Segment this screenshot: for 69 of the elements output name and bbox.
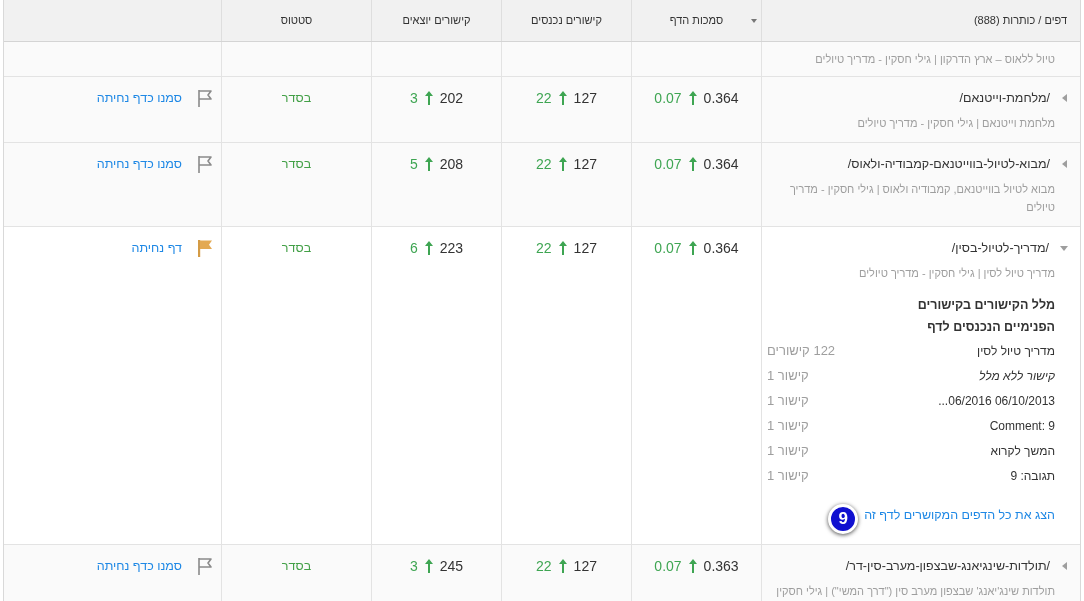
anchor-text: מדריך טיול לסין — [977, 342, 1055, 360]
sort-caret-icon[interactable] — [751, 18, 757, 23]
metric-value: 127 — [573, 239, 597, 257]
metric-change: 5 — [409, 155, 418, 173]
flag-icon[interactable] — [197, 89, 213, 107]
metric-value: 208 — [439, 155, 464, 173]
metric-change: 22 — [536, 89, 552, 107]
caret-down-icon[interactable] — [1060, 245, 1068, 251]
anchor-text: תגובה: 9 — [1010, 467, 1055, 485]
flag-icon[interactable] — [197, 239, 213, 257]
page-title-text: תולדות שינג'יאנג' שבצפון מערב סין ("דרך המשי") | גילי חסקין — [775, 584, 1056, 599]
status-text: בסדר — [281, 90, 312, 107]
page-path-text[interactable]: /מבוא-לטיול-בווייטנאם-קמבודיה-ולאוס/ — [847, 155, 1050, 173]
status-text: בסדר — [281, 156, 312, 173]
metric-value: 127 — [573, 557, 597, 575]
show-linked-pages-link[interactable]: הצג את כל הדפים המקושרים לדף זה — [864, 505, 1055, 525]
flag-icon[interactable] — [197, 557, 213, 575]
status-text: בסדר — [281, 558, 312, 575]
anchor-text: 06/10/2013 06/2016... — [938, 392, 1055, 410]
metric-value: 0.364 — [703, 89, 739, 107]
metric-change: 3 — [409, 557, 418, 575]
metric-value: 245 — [439, 557, 464, 575]
metric-value: 202 — [439, 89, 464, 107]
anchor-text: Comment: 9 — [989, 417, 1055, 435]
column-header[interactable]: סמכות הדף — [646, 12, 747, 29]
page-title-text: מדריך טיול לסין | גילי חסקין - מדריך טיולים — [858, 266, 1056, 281]
page-title-text: מלחמת וייטנאם | גילי חסקין - מדריך טיולים — [856, 116, 1056, 131]
metric-value: 223 — [439, 239, 464, 257]
anchor-text-heading: מלל הקישורים בקישורים הפנימיים הנכנסים לדף — [916, 297, 1055, 336]
link-count: קישור 1 — [767, 466, 809, 485]
metric-change: 6 — [409, 239, 418, 257]
column-header[interactable]: קישורים נכנסים — [516, 12, 617, 29]
link-count: קישור 1 — [767, 441, 809, 460]
page-title-text: טיול ללאוס – ארץ הדרקון | גילי חסקין - מדריך טיולים — [814, 52, 1056, 67]
column-header[interactable]: קישורים יוצאים — [386, 12, 487, 29]
caret-left-icon[interactable] — [1062, 160, 1067, 168]
landing-page-link[interactable]: סמנו כדף נחיתה — [96, 557, 182, 575]
page-path-text[interactable]: /תולדות-שינגיאנג-שבצפון-מערב-סין-דר/ — [845, 557, 1050, 575]
metric-value: 127 — [573, 89, 597, 107]
landing-page-link[interactable]: סמנו כדף נחיתה — [96, 155, 182, 173]
metric-value: 127 — [573, 155, 597, 173]
metric-change: 0.07 — [654, 155, 682, 173]
column-header[interactable]: סטטוס — [236, 12, 357, 29]
metric-change: 22 — [536, 155, 552, 173]
link-count: קישור 1 — [767, 366, 809, 385]
page-path-text[interactable]: /מדריך-לטיול-בסין/ — [951, 239, 1049, 257]
landing-page-link[interactable]: דף נחיתה — [131, 239, 182, 257]
metric-value: 0.364 — [703, 239, 739, 257]
landing-page-link[interactable]: סמנו כדף נחיתה — [96, 89, 182, 107]
caret-left-icon[interactable] — [1062, 94, 1067, 102]
metric-change: 0.07 — [654, 557, 682, 575]
flag-icon[interactable] — [197, 155, 213, 173]
link-count: 122 קישורים — [767, 341, 836, 360]
link-count: קישור 1 — [767, 416, 809, 435]
page-path-text[interactable]: /מלחמת-וייטנאם/ — [959, 89, 1050, 107]
metric-change: 22 — [536, 557, 552, 575]
page-title-text: מבוא לטיול בווייטנאם, קמבודיה ולאוס | גילי חסקין - מדריך טיולים — [788, 182, 1056, 215]
column-header[interactable]: דפים / כותרות (888) — [762, 12, 1067, 29]
metric-change: 3 — [409, 89, 418, 107]
metric-change: 0.07 — [654, 89, 682, 107]
metric-value: 0.364 — [703, 155, 739, 173]
metric-change: 0.07 — [654, 239, 682, 257]
metric-change: 22 — [536, 239, 552, 257]
metric-value: 0.363 — [703, 557, 739, 575]
status-text: בסדר — [281, 240, 312, 257]
caret-left-icon[interactable] — [1062, 562, 1067, 570]
link-count: קישור 1 — [767, 391, 809, 410]
anchor-text: קישור ללא מלל — [979, 367, 1055, 385]
anchor-text: המשך לקרוא — [990, 442, 1055, 460]
